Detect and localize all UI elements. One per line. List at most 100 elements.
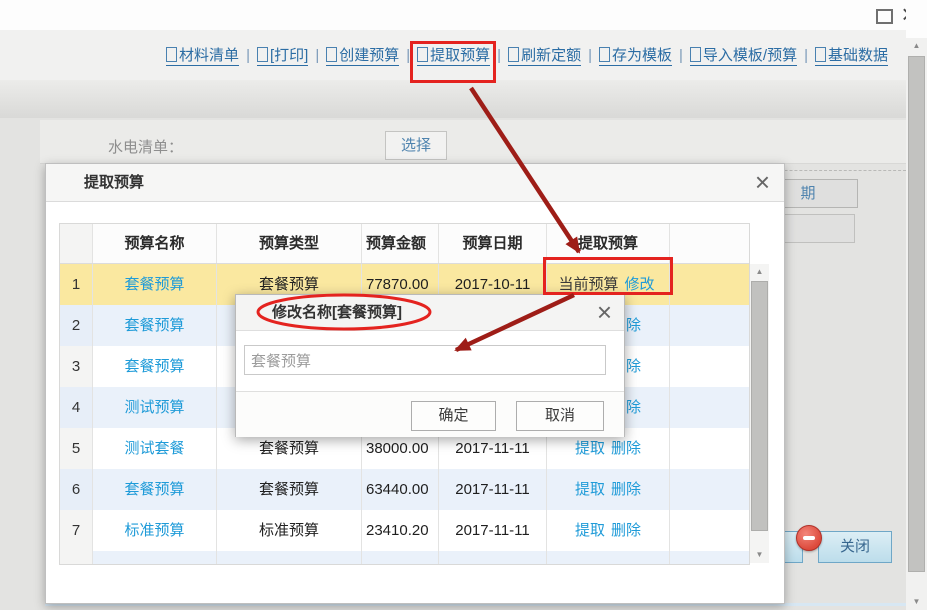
column-header: 预算日期 <box>439 224 547 263</box>
browser-scrollbar[interactable]: ▲ ▼ <box>906 38 927 610</box>
toolbar-link-7[interactable]: 导入模板/预算 <box>690 44 797 66</box>
maximize-icon[interactable] <box>876 9 893 24</box>
toolbar-link-6[interactable]: 存为模板 <box>599 44 672 66</box>
toolbar-link-2[interactable]: [打印] <box>257 44 308 66</box>
budget-name-cell: 套餐预算 <box>93 346 217 387</box>
toolbar: 材料清单|[打印]|创建预算|提取预算|刷新定额|存为模板|导入模板/预算|基础… <box>0 30 906 81</box>
header-band <box>0 80 906 119</box>
table-row[interactable]: 6套餐预算套餐预算63440.002017-11-11提取删除 <box>60 469 749 510</box>
toolbar-separator: | <box>588 47 592 64</box>
toolbar-link-label: 提取预算 <box>430 44 490 65</box>
toolbar-link-1[interactable]: 材料清单 <box>166 44 239 66</box>
budget-name-cell: 测试套餐 <box>93 428 217 469</box>
doc-icon <box>166 47 177 62</box>
cancel-button[interactable]: 取消 <box>516 401 604 431</box>
dialog-titlebar: 提取预算 × <box>46 164 784 202</box>
scroll-up-icon[interactable]: ▲ <box>906 38 927 54</box>
toolbar-links: 材料清单|[打印]|创建预算|提取预算|刷新定额|存为模板|导入模板/预算|基础… <box>166 30 888 80</box>
rename-input[interactable] <box>244 345 606 375</box>
toolbar-link-5[interactable]: 刷新定额 <box>508 44 581 66</box>
action-link[interactable]: 提取 <box>575 440 605 457</box>
toolbar-separator: | <box>804 47 808 64</box>
action-link[interactable]: 提取 <box>575 481 605 498</box>
dialog-close-icon[interactable]: × <box>755 170 770 194</box>
budget-name-cell: 套餐预算 <box>93 469 217 510</box>
scroll-down-icon[interactable]: ▼ <box>750 547 769 563</box>
action-link[interactable]: 提取 <box>575 522 605 539</box>
minus-badge-icon <box>796 525 822 551</box>
column-header <box>60 224 93 263</box>
budget-name-cell: 套餐预算 <box>93 264 217 305</box>
budget-name-link[interactable]: 套餐预算 <box>124 276 184 293</box>
field-label: 水电清单： <box>108 133 183 162</box>
column-header: 预算名称 <box>93 224 217 263</box>
toolbar-link-label: 存为模板 <box>612 44 672 65</box>
right-column: ▲ ▼ <box>906 0 927 610</box>
scroll-down-icon[interactable]: ▼ <box>906 594 927 610</box>
close-page-button[interactable]: 关闭 <box>818 531 892 563</box>
action-link[interactable]: 删除 <box>611 522 641 539</box>
table-scrollbar-thumb[interactable] <box>751 281 768 531</box>
doc-icon <box>508 47 519 62</box>
column-header: 预算金额 <box>362 224 439 263</box>
budget-name-link[interactable]: 套餐预算 <box>124 358 184 375</box>
toolbar-separator: | <box>406 47 410 64</box>
action-link[interactable]: 删除 <box>611 481 641 498</box>
action-link[interactable]: 删除 <box>611 440 641 457</box>
action-cell: 提取删除 <box>547 510 670 551</box>
ok-button[interactable]: 确定 <box>411 401 496 431</box>
budget-type: 套餐预算 <box>217 469 362 510</box>
doc-icon <box>257 47 268 62</box>
rename-dialog: 修改名称[套餐预算] × 确定 取消 <box>235 294 625 437</box>
empty-cell <box>670 510 749 551</box>
empty-cell <box>670 305 749 346</box>
empty-cell <box>670 387 749 428</box>
current-budget-label: 当前预算 <box>558 276 618 293</box>
budget-name-cell: 标准预算 <box>93 510 217 551</box>
budget-name-cell: 套餐预算 <box>93 305 217 346</box>
row-index: 6 <box>60 469 93 510</box>
table-row-partial <box>60 551 749 564</box>
toolbar-separator: | <box>679 47 683 64</box>
application-window: × 材料清单|[打印]|创建预算|提取预算|刷新定额|存为模板|导入模板/预算|… <box>0 0 927 610</box>
column-header: 预算类型 <box>217 224 362 263</box>
doc-icon <box>417 47 428 62</box>
table-scrollbar[interactable]: ▲ ▼ <box>750 264 769 563</box>
table-row[interactable]: 7标准预算标准预算23410.202017-11-11提取删除 <box>60 510 749 551</box>
budget-name-link[interactable]: 套餐预算 <box>124 317 184 334</box>
empty-cell <box>670 469 749 510</box>
budget-name-link[interactable]: 套餐预算 <box>124 481 184 498</box>
row-index: 5 <box>60 428 93 469</box>
doc-icon <box>599 47 610 62</box>
toolbar-link-3[interactable]: 创建预算 <box>326 44 399 66</box>
rename-titlebar: 修改名称[套餐预算] × <box>236 295 624 331</box>
budget-name-link[interactable]: 测试套餐 <box>124 440 184 457</box>
browser-scrollbar-thumb[interactable] <box>908 56 925 572</box>
select-button[interactable]: 选择 <box>385 131 447 160</box>
toolbar-link-label: 基础数据 <box>828 44 888 65</box>
budget-name-link[interactable]: 测试预算 <box>124 399 184 416</box>
row-index: 4 <box>60 387 93 428</box>
toolbar-link-label: 刷新定额 <box>521 44 581 65</box>
empty-cell <box>670 346 749 387</box>
budget-name-cell: 测试预算 <box>93 387 217 428</box>
scroll-up-icon[interactable]: ▲ <box>750 264 769 280</box>
budget-date: 2017-11-11 <box>439 510 547 551</box>
column-header <box>670 224 749 263</box>
row-index: 2 <box>60 305 93 346</box>
rename-close-icon[interactable]: × <box>597 300 612 324</box>
rename-footer: 确定 取消 <box>236 391 624 437</box>
action-link[interactable]: 修改 <box>625 276 655 293</box>
dialog-title: 提取预算 <box>84 164 144 202</box>
toolbar-separator: | <box>315 47 319 64</box>
toolbar-separator: | <box>497 47 501 64</box>
toolbar-link-8[interactable]: 基础数据 <box>815 44 888 66</box>
budget-type: 标准预算 <box>217 510 362 551</box>
row-index: 3 <box>60 346 93 387</box>
empty-cell <box>670 428 749 469</box>
budget-name-link[interactable]: 标准预算 <box>124 522 184 539</box>
action-cell: 提取删除 <box>547 469 670 510</box>
budget-amount: 23410.20 <box>362 510 439 551</box>
toolbar-link-4[interactable]: 提取预算 <box>417 44 490 66</box>
column-header: 提取预算 <box>547 224 670 263</box>
